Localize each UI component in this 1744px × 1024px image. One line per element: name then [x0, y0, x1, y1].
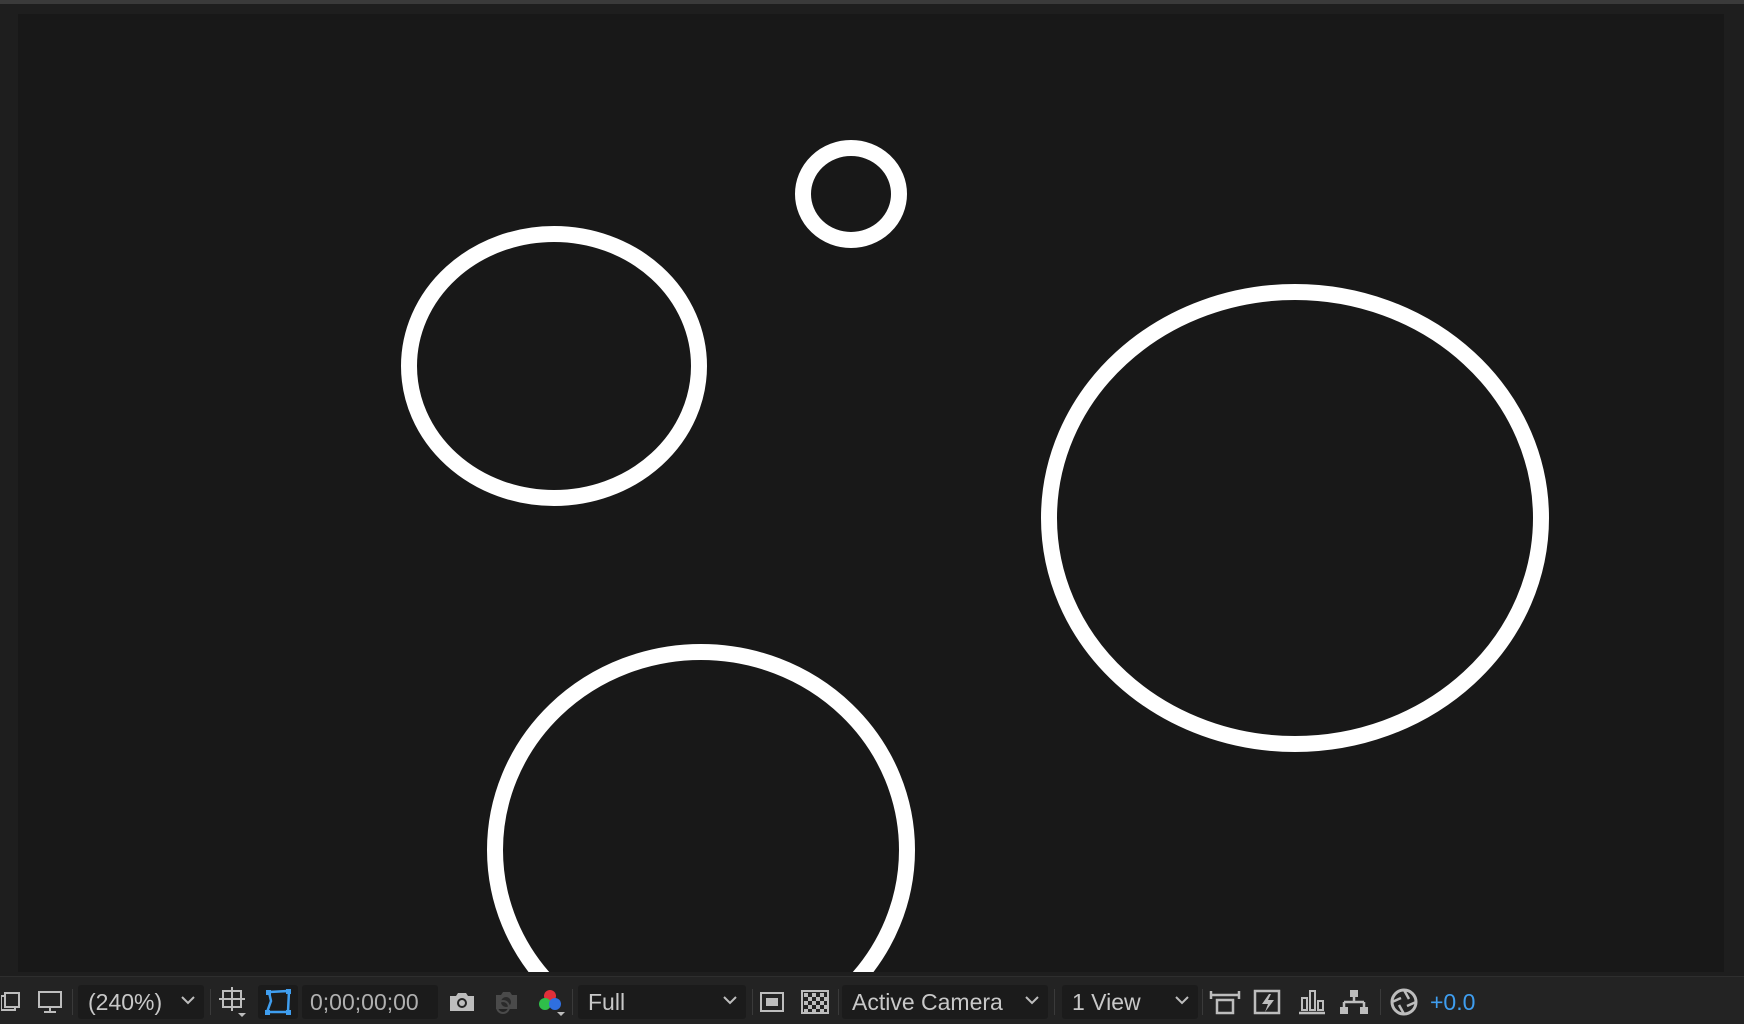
display-monitor-icon[interactable]	[34, 985, 66, 1019]
toolbar-separator	[1380, 989, 1381, 1015]
timeline-icon[interactable]	[1250, 985, 1286, 1019]
mask-path-visibility-icon[interactable]	[258, 985, 298, 1019]
chevron-down-icon	[1025, 996, 1039, 1005]
toolbar-separator	[1054, 989, 1055, 1015]
toolbar-separator	[752, 989, 753, 1015]
toolbar-separator	[1202, 989, 1203, 1015]
region-of-interest-icon[interactable]	[216, 985, 250, 1019]
toolbar-separator	[572, 989, 573, 1015]
timecode-value: 0;00;00;00	[310, 988, 419, 1015]
composition-canvas	[401, 140, 1549, 972]
ring-shape-bottom[interactable]	[487, 644, 915, 972]
reset-view-icon[interactable]	[1206, 985, 1244, 1019]
ring-shape-small[interactable]	[795, 140, 907, 248]
fast-previews-icon[interactable]	[756, 985, 788, 1019]
chevron-down-icon	[723, 996, 737, 1005]
color-channels-icon[interactable]	[532, 985, 568, 1019]
toolbar-separator	[838, 989, 839, 1015]
ring-shape-large[interactable]	[1041, 284, 1549, 752]
snapshot-camera-icon[interactable]	[444, 985, 480, 1019]
show-snapshot-icon[interactable]	[488, 985, 524, 1019]
composition-flowchart-icon[interactable]	[1336, 985, 1372, 1019]
exposure-value[interactable]: +0.0	[1430, 985, 1510, 1019]
camera-view-value: Active Camera	[852, 988, 1003, 1015]
viewer-toolbar: (240%) 0;00;00;00 Full Active Camera 1 V…	[0, 976, 1744, 1024]
transparency-grid-icon[interactable]	[798, 985, 832, 1019]
magnification-value: (240%)	[88, 988, 163, 1015]
composition-viewer[interactable]	[18, 14, 1724, 972]
toolbar-separator	[210, 989, 211, 1015]
exposure-value-text: +0.0	[1430, 988, 1476, 1015]
camera-view-dropdown[interactable]: Active Camera	[842, 985, 1048, 1019]
view-layout-value: 1 View	[1072, 988, 1141, 1015]
current-time-display[interactable]: 0;00;00;00	[302, 985, 438, 1019]
flowchart-icon[interactable]	[1294, 985, 1330, 1019]
view-layout-dropdown[interactable]: 1 View	[1062, 985, 1198, 1019]
viewer-frame	[0, 0, 1744, 976]
exposure-shutter-icon[interactable]	[1386, 985, 1422, 1019]
ring-shape-medium[interactable]	[401, 226, 707, 506]
toolbar-separator	[72, 989, 73, 1015]
chevron-down-icon	[1175, 996, 1189, 1005]
magnification-dropdown[interactable]: (240%)	[78, 985, 204, 1019]
resolution-dropdown[interactable]: Full	[578, 985, 746, 1019]
composition-panel: (240%) 0;00;00;00 Full Active Camera 1 V…	[0, 0, 1744, 1024]
chevron-down-icon	[181, 996, 195, 1005]
resolution-value: Full	[588, 988, 626, 1015]
preview-panel-icon[interactable]	[0, 985, 22, 1019]
